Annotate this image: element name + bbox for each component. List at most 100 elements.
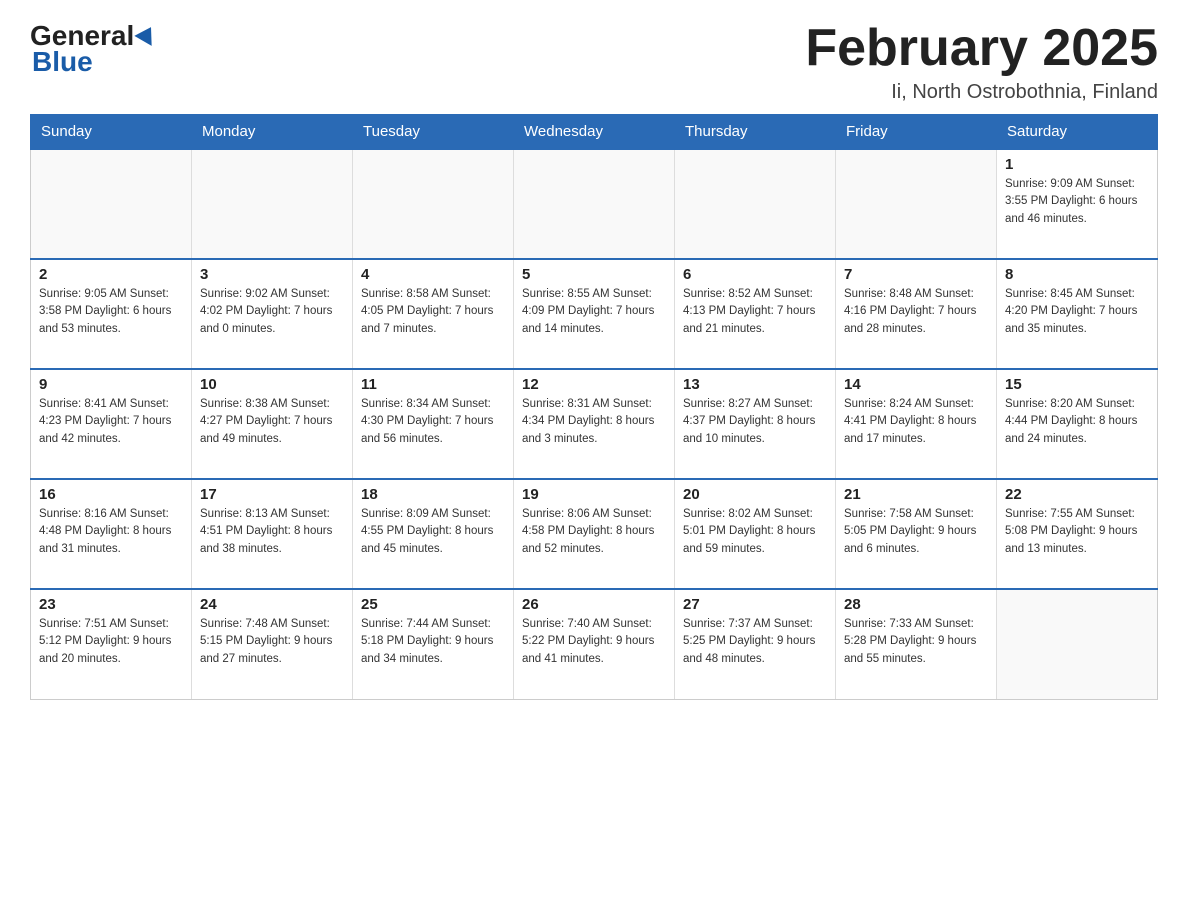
calendar-week-row: 23Sunrise: 7:51 AM Sunset: 5:12 PM Dayli…	[31, 589, 1158, 699]
day-number: 6	[683, 266, 827, 283]
calendar-cell: 6 Sunrise: 8:52 AM Sunset: 4:13 PM Daylig…	[675, 259, 836, 369]
day-number: 23	[39, 596, 183, 613]
calendar-cell: 14 Sunrise: 8:24 AM Sunset: 4:41 PM Dayli…	[836, 369, 997, 479]
calendar-week-row: 1 Sunrise: 9:09 AM Sunset: 3:55 PM Daylig…	[31, 149, 1158, 259]
calendar-cell: 11 Sunrise: 8:34 AM Sunset: 4:30 PM Dayli…	[353, 369, 514, 479]
calendar-cell	[353, 149, 514, 259]
weekday-header-thursday: Thursday	[675, 115, 836, 150]
day-number: 3	[200, 266, 344, 283]
calendar-cell: 8 Sunrise: 8:45 AM Sunset: 4:20 PM Daylig…	[997, 259, 1158, 369]
day-number: 10	[200, 376, 344, 393]
day-number: 25	[361, 596, 505, 613]
day-number: 20	[683, 486, 827, 503]
day-info: Sunrise: 8:13 AM Sunset: 4:51 PM Dayligh…	[200, 506, 344, 558]
calendar-cell: 4Sunrise: 8:58 AM Sunset: 4:05 PM Daylig…	[353, 259, 514, 369]
calendar-cell: 7 Sunrise: 8:48 AM Sunset: 4:16 PM Daylig…	[836, 259, 997, 369]
day-info: Sunrise: 8:58 AM Sunset: 4:05 PM Dayligh…	[361, 286, 505, 338]
day-number: 26	[522, 596, 666, 613]
day-info: Sunrise: 7:44 AM Sunset: 5:18 PM Dayligh…	[361, 616, 505, 668]
weekday-header-tuesday: Tuesday	[353, 115, 514, 150]
calendar-cell: 17Sunrise: 8:13 AM Sunset: 4:51 PM Dayli…	[192, 479, 353, 589]
day-number: 1	[1005, 156, 1149, 173]
day-info: Sunrise: 9:09 AM Sunset: 3:55 PM Dayligh…	[1005, 176, 1149, 228]
day-number: 22	[1005, 486, 1149, 503]
day-number: 14	[844, 376, 988, 393]
day-info: Sunrise: 7:58 AM Sunset: 5:05 PM Dayligh…	[844, 506, 988, 558]
calendar-cell: 19 Sunrise: 8:06 AM Sunset: 4:58 PM Dayli…	[514, 479, 675, 589]
weekday-header-monday: Monday	[192, 115, 353, 150]
calendar-week-row: 16 Sunrise: 8:16 AM Sunset: 4:48 PM Dayli…	[31, 479, 1158, 589]
calendar-cell: 20 Sunrise: 8:02 AM Sunset: 5:01 PM Dayli…	[675, 479, 836, 589]
day-number: 11	[361, 376, 505, 393]
day-info: Sunrise: 8:38 AM Sunset: 4:27 PM Dayligh…	[200, 396, 344, 448]
day-info: Sunrise: 7:37 AM Sunset: 5:25 PM Dayligh…	[683, 616, 827, 668]
day-number: 28	[844, 596, 988, 613]
logo-blue-text: Blue	[32, 46, 157, 78]
day-info: Sunrise: 8:52 AM Sunset: 4:13 PM Dayligh…	[683, 286, 827, 338]
day-info: Sunrise: 8:31 AM Sunset: 4:34 PM Dayligh…	[522, 396, 666, 448]
day-info: Sunrise: 8:02 AM Sunset: 5:01 PM Dayligh…	[683, 506, 827, 558]
day-info: Sunrise: 7:40 AM Sunset: 5:22 PM Dayligh…	[522, 616, 666, 668]
calendar-cell: 18 Sunrise: 8:09 AM Sunset: 4:55 PM Dayli…	[353, 479, 514, 589]
calendar-cell: 15 Sunrise: 8:20 AM Sunset: 4:44 PM Dayli…	[997, 369, 1158, 479]
day-info: Sunrise: 8:41 AM Sunset: 4:23 PM Dayligh…	[39, 396, 183, 448]
calendar-title: February 2025	[805, 20, 1158, 77]
calendar-cell: 9Sunrise: 8:41 AM Sunset: 4:23 PM Daylig…	[31, 369, 192, 479]
day-info: Sunrise: 8:09 AM Sunset: 4:55 PM Dayligh…	[361, 506, 505, 558]
calendar-cell: 16 Sunrise: 8:16 AM Sunset: 4:48 PM Dayli…	[31, 479, 192, 589]
day-info: Sunrise: 8:45 AM Sunset: 4:20 PM Dayligh…	[1005, 286, 1149, 338]
calendar-subtitle: Ii, North Ostrobothnia, Finland	[805, 81, 1158, 104]
weekday-header-saturday: Saturday	[997, 115, 1158, 150]
calendar-cell	[192, 149, 353, 259]
logo: General Blue	[30, 20, 157, 78]
day-info: Sunrise: 8:06 AM Sunset: 4:58 PM Dayligh…	[522, 506, 666, 558]
day-number: 19	[522, 486, 666, 503]
day-info: Sunrise: 8:27 AM Sunset: 4:37 PM Dayligh…	[683, 396, 827, 448]
day-number: 18	[361, 486, 505, 503]
day-info: Sunrise: 7:33 AM Sunset: 5:28 PM Dayligh…	[844, 616, 988, 668]
calendar-week-row: 2 Sunrise: 9:05 AM Sunset: 3:58 PM Daylig…	[31, 259, 1158, 369]
day-info: Sunrise: 9:05 AM Sunset: 3:58 PM Dayligh…	[39, 286, 183, 338]
calendar-cell	[675, 149, 836, 259]
day-number: 7	[844, 266, 988, 283]
calendar-cell: 23Sunrise: 7:51 AM Sunset: 5:12 PM Dayli…	[31, 589, 192, 699]
weekday-header-sunday: Sunday	[31, 115, 192, 150]
calendar-week-row: 9Sunrise: 8:41 AM Sunset: 4:23 PM Daylig…	[31, 369, 1158, 479]
day-info: Sunrise: 8:20 AM Sunset: 4:44 PM Dayligh…	[1005, 396, 1149, 448]
calendar-cell	[514, 149, 675, 259]
day-number: 27	[683, 596, 827, 613]
day-number: 2	[39, 266, 183, 283]
calendar-cell: 10 Sunrise: 8:38 AM Sunset: 4:27 PM Dayli…	[192, 369, 353, 479]
calendar-cell: 25 Sunrise: 7:44 AM Sunset: 5:18 PM Dayli…	[353, 589, 514, 699]
day-info: Sunrise: 7:48 AM Sunset: 5:15 PM Dayligh…	[200, 616, 344, 668]
calendar-cell: 13Sunrise: 8:27 AM Sunset: 4:37 PM Dayli…	[675, 369, 836, 479]
day-number: 24	[200, 596, 344, 613]
calendar-header-row: SundayMondayTuesdayWednesdayThursdayFrid…	[31, 115, 1158, 150]
day-number: 15	[1005, 376, 1149, 393]
day-info: Sunrise: 8:34 AM Sunset: 4:30 PM Dayligh…	[361, 396, 505, 448]
weekday-header-friday: Friday	[836, 115, 997, 150]
calendar-cell: 26 Sunrise: 7:40 AM Sunset: 5:22 PM Dayli…	[514, 589, 675, 699]
day-info: Sunrise: 7:55 AM Sunset: 5:08 PM Dayligh…	[1005, 506, 1149, 558]
calendar-cell: 24 Sunrise: 7:48 AM Sunset: 5:15 PM Dayli…	[192, 589, 353, 699]
calendar-cell: 2 Sunrise: 9:05 AM Sunset: 3:58 PM Daylig…	[31, 259, 192, 369]
day-number: 8	[1005, 266, 1149, 283]
calendar-cell	[31, 149, 192, 259]
calendar-cell: 12 Sunrise: 8:31 AM Sunset: 4:34 PM Dayli…	[514, 369, 675, 479]
title-section: February 2025 Ii, North Ostrobothnia, Fi…	[805, 20, 1158, 104]
day-info: Sunrise: 8:24 AM Sunset: 4:41 PM Dayligh…	[844, 396, 988, 448]
calendar-cell: 22 Sunrise: 7:55 AM Sunset: 5:08 PM Dayli…	[997, 479, 1158, 589]
page-header: General Blue February 2025 Ii, North Ost…	[30, 20, 1158, 104]
calendar-cell: 3Sunrise: 9:02 AM Sunset: 4:02 PM Daylig…	[192, 259, 353, 369]
weekday-header-wednesday: Wednesday	[514, 115, 675, 150]
day-number: 12	[522, 376, 666, 393]
calendar-cell	[997, 589, 1158, 699]
day-number: 5	[522, 266, 666, 283]
day-number: 21	[844, 486, 988, 503]
calendar-cell: 5Sunrise: 8:55 AM Sunset: 4:09 PM Daylig…	[514, 259, 675, 369]
calendar-cell: 27 Sunrise: 7:37 AM Sunset: 5:25 PM Dayli…	[675, 589, 836, 699]
calendar-cell: 1 Sunrise: 9:09 AM Sunset: 3:55 PM Daylig…	[997, 149, 1158, 259]
day-info: Sunrise: 8:16 AM Sunset: 4:48 PM Dayligh…	[39, 506, 183, 558]
day-info: Sunrise: 8:48 AM Sunset: 4:16 PM Dayligh…	[844, 286, 988, 338]
day-number: 16	[39, 486, 183, 503]
